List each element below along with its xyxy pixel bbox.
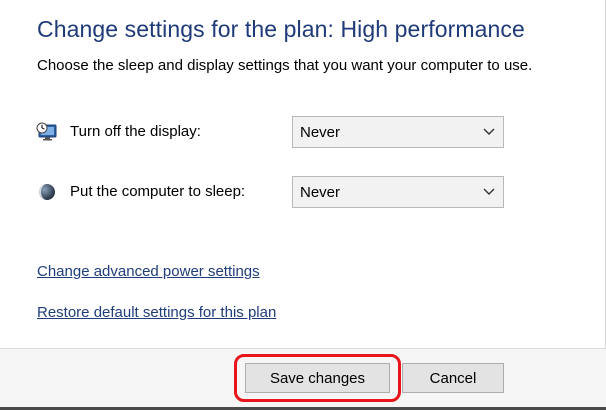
cancel-button[interactable]: Cancel — [402, 363, 504, 393]
display-icon — [36, 121, 58, 143]
sleep-timeout-row: Put the computer to sleep: Never — [36, 176, 506, 208]
moon-icon — [36, 181, 58, 203]
save-button-highlight — [234, 354, 401, 402]
chevron-down-icon — [483, 188, 495, 195]
display-timeout-row: Turn off the display: Never — [36, 116, 506, 148]
power-plan-settings-panel: Change settings for the plan: High perfo… — [0, 0, 606, 410]
page-title: Change settings for the plan: High perfo… — [37, 16, 525, 42]
sleep-timeout-select[interactable]: Never — [292, 176, 504, 208]
display-timeout-select[interactable]: Never — [292, 116, 504, 148]
restore-defaults-link[interactable]: Restore default settings for this plan — [37, 304, 276, 321]
sleep-timeout-label: Put the computer to sleep: — [70, 183, 246, 200]
advanced-power-settings-link[interactable]: Change advanced power settings — [37, 263, 260, 280]
page-subtitle: Choose the sleep and display settings th… — [37, 57, 533, 74]
sleep-timeout-value: Never — [300, 184, 341, 201]
chevron-down-icon — [483, 128, 495, 135]
display-timeout-value: Never — [300, 124, 341, 141]
display-timeout-label: Turn off the display: — [70, 123, 201, 140]
